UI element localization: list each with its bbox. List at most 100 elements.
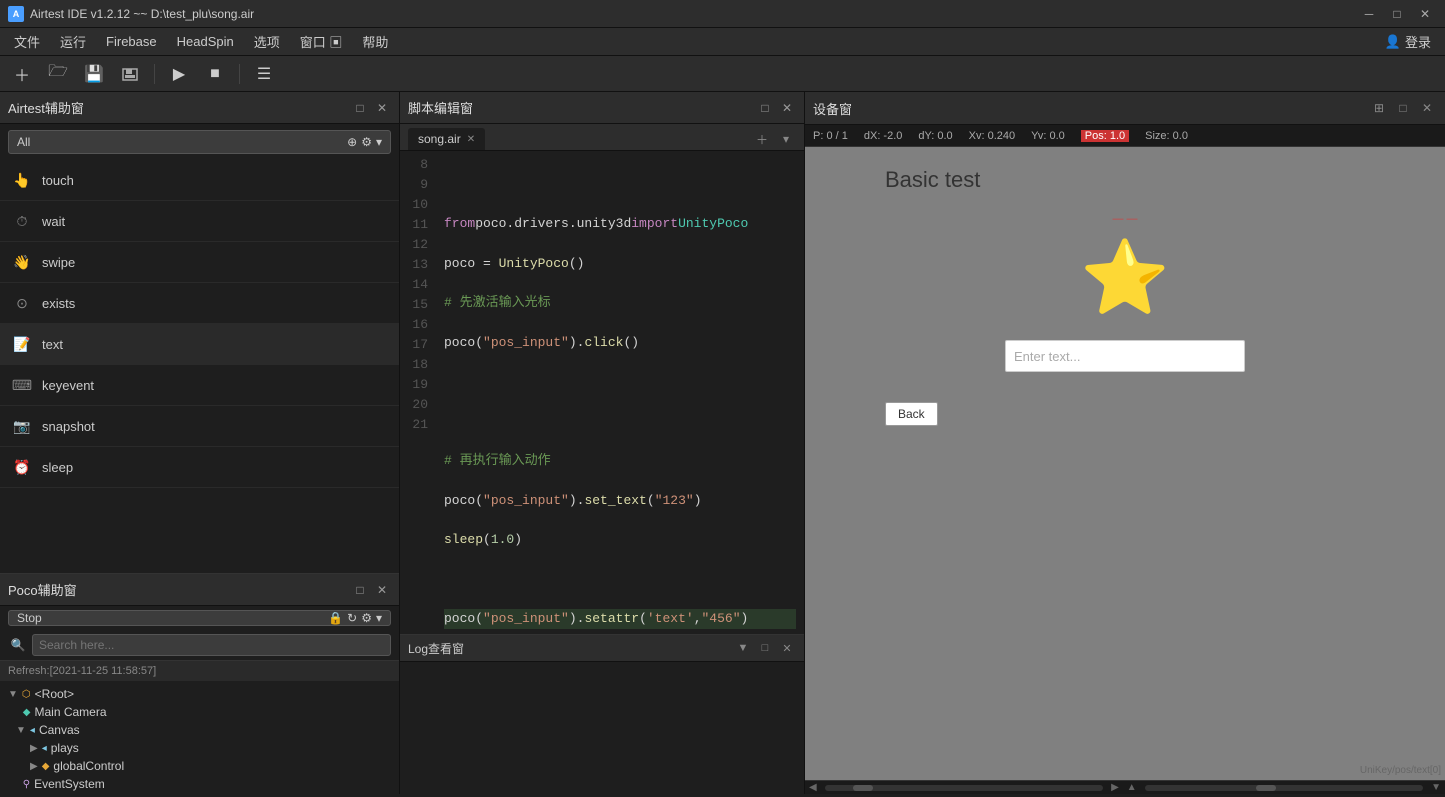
canvas-label: Canvas [39,723,80,737]
plays-toggle[interactable]: ▶ [30,743,38,754]
toolbar-open[interactable]: 🗁 [44,60,72,88]
airtest-expand-btn[interactable]: □ [351,99,369,117]
menu-help[interactable]: 帮助 [352,28,398,55]
code-line-15: # 再执行输入动作 [444,451,796,471]
game-back-button[interactable]: Back [885,402,938,426]
tab-label-song: song.air [418,132,461,146]
editor-panel-title: 脚本编辑窗 [408,98,473,117]
status-size: Size: 0.0 [1145,130,1188,142]
eventsystem-toggle [16,779,19,790]
root-toggle[interactable]: ▼ [8,689,18,700]
status-p: P: 0 / 1 [813,130,848,142]
device-expand-btn[interactable]: □ [1393,98,1413,118]
globalcontrol-toggle[interactable]: ▶ [30,761,38,772]
code-line-16: poco("pos_input").set_text("123") [444,491,796,511]
log-close-btn[interactable]: ✕ [778,639,796,657]
airtest-item-touch[interactable]: 👆 touch [0,160,399,201]
touch-icon: 👆 [12,170,32,190]
tree-item-plays[interactable]: ▶ ◂ plays [0,739,399,757]
tree-item-eventsystem[interactable]: ⚲ EventSystem [0,775,399,793]
code-line-17: sleep(1.0) [444,530,796,550]
minimize-button[interactable]: ─ [1357,5,1381,23]
toolbar-menu[interactable]: ☰ [250,60,278,88]
tree-item-maincamera[interactable]: ◆ Main Camera [0,703,399,721]
root-label: <Root> [35,687,74,701]
plays-label: plays [51,741,79,755]
canvas-toggle[interactable]: ▼ [16,725,26,736]
airtest-item-snapshot[interactable]: 📷 snapshot [0,406,399,447]
tree-item-globalcontrol[interactable]: ▶ ◆ globalControl [0,757,399,775]
scrollbar-track-v[interactable] [1145,785,1423,791]
airtest-item-wait[interactable]: ⏱ wait [0,201,399,242]
maincamera-label: Main Camera [34,705,106,719]
airtest-filter-dropdown[interactable]: All ⊕ ⚙ ▾ [8,130,391,154]
chevron2-icon: ▾ [376,611,382,625]
eventsystem-label: EventSystem [34,777,105,791]
toolbar-new[interactable]: ＋ [8,60,36,88]
scrollbar-track-h[interactable] [825,785,1103,791]
poco-close-btn[interactable]: ✕ [373,581,391,599]
airtest-item-exists[interactable]: ⊙ exists [0,283,399,324]
toolbar-save[interactable]: 💾 [80,60,108,88]
scroll-right[interactable]: ▶ [1111,782,1119,793]
editor-tab-bar: song.air ✕ ＋ ▾ [400,124,804,151]
poco-refresh-row: Refresh:[2021-11-25 11:58:57] [0,661,399,681]
login-label: 登录 [1405,32,1431,51]
tree-item-canvas[interactable]: ▼ ◂ Canvas [0,721,399,739]
text-icon: 📝 [12,334,32,354]
maximize-button[interactable]: □ [1385,5,1409,23]
root-icon: ⬡ [22,689,31,700]
editor-tab-menu[interactable]: ▾ [776,129,796,149]
code-line-18 [444,570,796,590]
poco-mode-dropdown[interactable]: Stop 🔒 ↻ ⚙ ▾ [8,610,391,626]
log-filter-btn[interactable]: ▼ [734,639,752,657]
menu-file[interactable]: 文件 [4,28,50,55]
login-button[interactable]: 👤 登录 [1375,28,1441,55]
menu-options[interactable]: 选项 [244,28,290,55]
scroll-up[interactable]: ▲ [1127,782,1137,793]
chevron-icon: ▾ [376,135,382,149]
device-screen[interactable]: Basic test — — ⭐ Enter text... Back UniK… [805,147,1445,780]
poco-search-input[interactable] [39,638,384,652]
status-dx: dX: -2.0 [864,130,903,142]
menu-firebase[interactable]: Firebase [96,30,167,53]
poco-expand-btn[interactable]: □ [351,581,369,599]
menu-headspin[interactable]: HeadSpin [167,30,244,53]
code-content[interactable]: from poco.drivers.unity3d import UnityPo… [436,151,804,634]
swipe-icon: 👋 [12,252,32,272]
toolbar-run[interactable]: ▶ [165,60,193,88]
editor-add-tab[interactable]: ＋ [752,129,772,149]
game-text-input[interactable]: Enter text... [1005,340,1245,372]
editor-expand-btn[interactable]: □ [756,99,774,117]
airtest-list: 👆 touch ⏱ wait 👋 swipe ⊙ exists 📝 t [0,160,399,573]
menu-run[interactable]: 运行 [50,28,96,55]
airtest-item-swipe[interactable]: 👋 swipe [0,242,399,283]
tab-close-song[interactable]: ✕ [467,134,475,145]
log-expand-btn[interactable]: □ [756,639,774,657]
close-button[interactable]: ✕ [1413,5,1437,23]
airtest-item-sleep[interactable]: ⏰ sleep [0,447,399,488]
airtest-item-text[interactable]: 📝 text [0,324,399,365]
sleep-icon: ⏰ [12,457,32,477]
tree-item-root[interactable]: ▼ ⬡ <Root> [0,685,399,703]
log-panel-header: Log查看窗 ▼ □ ✕ [400,635,804,662]
airtest-item-keyevent[interactable]: ⌨ keyevent [0,365,399,406]
scroll-down[interactable]: ▼ [1431,782,1441,793]
code-editor[interactable]: 8 9 10 11 12 13 14 15 16 17 18 19 20 21 … [400,151,804,634]
editor-tab-song[interactable]: song.air ✕ [408,128,485,150]
toolbar-save-all[interactable] [116,60,144,88]
code-line-12: poco("pos_input").click() [444,333,796,353]
menu-window[interactable]: 窗口 ▣ [290,28,353,55]
scroll-left[interactable]: ◀ [809,782,817,793]
watermark: UniKey/pos/text[0] [1360,765,1441,776]
settings-icon: ⚙ [361,135,372,149]
airtest-close-btn[interactable]: ✕ [373,99,391,117]
scrollbar-thumb-v [1256,785,1276,791]
device-screenshot-btn[interactable]: ⊞ [1369,98,1389,118]
toolbar-separator [154,64,155,84]
keyevent-label: keyevent [42,378,94,393]
editor-close-btn[interactable]: ✕ [778,99,796,117]
wait-icon: ⏱ [12,211,32,231]
toolbar-stop[interactable]: ■ [201,60,229,88]
device-close-btn[interactable]: ✕ [1417,98,1437,118]
